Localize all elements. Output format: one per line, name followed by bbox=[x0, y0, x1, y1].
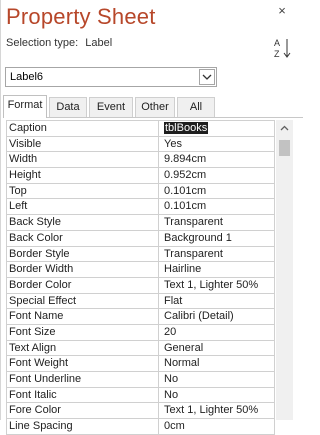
property-name: Fore Color bbox=[7, 403, 159, 419]
object-selector-value: Label6 bbox=[10, 71, 44, 83]
property-value[interactable]: 0.101cm bbox=[160, 183, 275, 199]
tab-event[interactable]: Event bbox=[89, 97, 133, 117]
property-value[interactable]: Hairline bbox=[160, 262, 275, 277]
tab-format[interactable]: Format bbox=[3, 95, 47, 118]
property-value[interactable]: 20 bbox=[160, 324, 275, 340]
property-row[interactable]: Font Weight Normal bbox=[7, 356, 275, 372]
close-button[interactable]: × bbox=[271, 2, 293, 20]
property-name: Font Size bbox=[7, 324, 159, 340]
property-row[interactable]: Fore Color Text 1, Lighter 50% bbox=[7, 403, 275, 420]
property-row[interactable]: Left 0.101cm bbox=[7, 199, 275, 216]
selection-type-label: Selection type: bbox=[6, 37, 79, 49]
property-name: Border Width bbox=[7, 262, 159, 277]
property-sheet-panel: Property Sheet × Selection type: Label A… bbox=[0, 0, 303, 435]
property-value[interactable]: Calibri (Detail) bbox=[160, 309, 275, 324]
close-icon: × bbox=[278, 3, 286, 18]
tab-data[interactable]: Data bbox=[49, 97, 87, 117]
scroll-up-button[interactable] bbox=[276, 120, 293, 137]
property-row[interactable]: Height 0.952cm bbox=[7, 168, 275, 184]
property-value[interactable]: Background 1 bbox=[160, 230, 275, 246]
property-value[interactable]: Text 1, Lighter 50% bbox=[160, 403, 275, 419]
property-row[interactable]: Top 0.101cm bbox=[7, 183, 275, 200]
sort-a-z-icon[interactable]: A Z bbox=[273, 36, 293, 60]
property-value[interactable]: General bbox=[160, 340, 275, 356]
property-name: Height bbox=[7, 168, 159, 183]
property-name: Top bbox=[7, 183, 159, 199]
property-row[interactable]: Line Spacing 0cm bbox=[7, 419, 275, 435]
property-value[interactable]: Normal bbox=[160, 356, 275, 371]
property-value[interactable]: Flat bbox=[160, 293, 275, 309]
property-value[interactable]: 0.952cm bbox=[160, 168, 275, 183]
property-row[interactable]: Border Style Transparent bbox=[7, 246, 275, 263]
tab-divider bbox=[3, 117, 303, 118]
selection-type-value: Label bbox=[85, 37, 113, 49]
property-value[interactable]: Yes bbox=[160, 136, 275, 152]
property-row[interactable]: Font Italic No bbox=[7, 387, 275, 404]
property-value[interactable]: 0.101cm bbox=[160, 199, 275, 215]
property-value[interactable]: tblBooks bbox=[160, 121, 275, 136]
property-name: Back Color bbox=[7, 230, 159, 246]
property-name: Left bbox=[7, 199, 159, 215]
property-name: Visible bbox=[7, 136, 159, 152]
property-name: Font Italic bbox=[7, 387, 159, 403]
property-row[interactable]: Caption tblBooks bbox=[7, 121, 275, 137]
property-row[interactable]: Back Color Background 1 bbox=[7, 230, 275, 247]
property-name: Font Weight bbox=[7, 356, 159, 371]
property-value[interactable]: 0cm bbox=[160, 419, 275, 434]
property-value[interactable]: No bbox=[160, 387, 275, 403]
tab-all[interactable]: All bbox=[177, 97, 215, 117]
property-value[interactable]: 9.894cm bbox=[160, 152, 275, 168]
property-row[interactable]: Text Align General bbox=[7, 340, 275, 357]
property-name: Caption bbox=[7, 121, 159, 136]
property-value[interactable]: Text 1, Lighter 50% bbox=[160, 277, 275, 293]
svg-text:Z: Z bbox=[274, 49, 280, 59]
panel-title: Property Sheet bbox=[6, 4, 156, 29]
property-row[interactable]: Font Underline No bbox=[7, 372, 275, 388]
chevron-down-icon bbox=[202, 74, 212, 80]
property-name: Font Name bbox=[7, 309, 159, 324]
property-name: Text Align bbox=[7, 340, 159, 356]
object-selector-combo[interactable]: Label6 bbox=[5, 67, 217, 87]
property-name: Back Style bbox=[7, 215, 159, 230]
svg-text:A: A bbox=[274, 38, 280, 48]
property-value[interactable]: No bbox=[160, 372, 275, 387]
property-row[interactable]: Special Effect Flat bbox=[7, 293, 275, 310]
vertical-scrollbar[interactable] bbox=[276, 120, 293, 420]
property-row[interactable]: Width 9.894cm bbox=[7, 152, 275, 169]
property-row[interactable]: Border Width Hairline bbox=[7, 262, 275, 278]
property-row[interactable]: Font Size 20 bbox=[7, 324, 275, 341]
property-value[interactable]: Transparent bbox=[160, 246, 275, 262]
property-name: Border Color bbox=[7, 277, 159, 293]
property-name: Special Effect bbox=[7, 293, 159, 309]
property-grid: Caption tblBooks Visible Yes Width 9.894cm … bbox=[6, 120, 275, 435]
property-name: Line Spacing bbox=[7, 419, 159, 434]
property-row[interactable]: Visible Yes bbox=[7, 136, 275, 153]
property-name: Width bbox=[7, 152, 159, 168]
property-name: Font Underline bbox=[7, 372, 159, 387]
tab-strip: Format Data Event Other All bbox=[3, 95, 215, 118]
chevron-up-icon bbox=[280, 125, 289, 131]
combo-dropdown-button[interactable] bbox=[199, 69, 215, 85]
selected-value-text: tblBooks bbox=[164, 122, 209, 134]
property-name: Border Style bbox=[7, 246, 159, 262]
property-row[interactable]: Back Style Transparent bbox=[7, 215, 275, 231]
property-value[interactable]: Transparent bbox=[160, 215, 275, 230]
selection-type: Selection type: Label bbox=[6, 37, 112, 49]
tab-other[interactable]: Other bbox=[135, 97, 175, 117]
property-row[interactable]: Border Color Text 1, Lighter 50% bbox=[7, 277, 275, 294]
scroll-thumb[interactable] bbox=[279, 140, 290, 156]
property-row[interactable]: Font Name Calibri (Detail) bbox=[7, 309, 275, 325]
